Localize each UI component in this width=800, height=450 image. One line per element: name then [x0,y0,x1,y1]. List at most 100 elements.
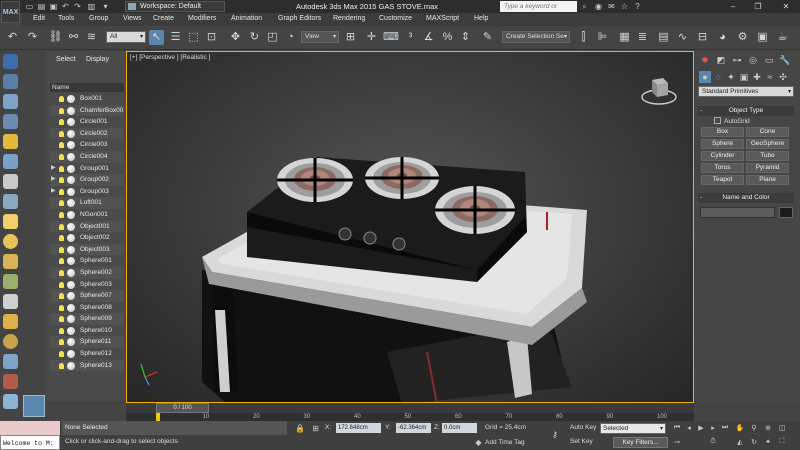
list-item[interactable]: Sphere012 [50,348,124,360]
minimize-button[interactable]: – [722,0,744,13]
communication-icon[interactable]: ✉ [607,2,616,11]
dynamics-icon[interactable] [3,374,18,389]
favorites-icon[interactable]: ☆ [620,2,629,11]
cameras-icon[interactable]: ▣ [738,71,750,83]
visibility-bulb-icon[interactable] [59,188,64,195]
menu-graph-editors[interactable]: Graph Editors [278,15,321,22]
menu-help[interactable]: Help [474,15,488,22]
list-item[interactable]: ▶ Group002 [50,174,124,186]
sphere-button[interactable]: Sphere [701,139,744,149]
maximize-button[interactable]: ❐ [747,0,769,13]
select-rotate-icon[interactable]: ↻ [247,30,262,45]
plane-button[interactable]: Plane [746,175,789,185]
selection-filter-dropdown[interactable]: All ▾ [106,31,146,43]
lock-selection-icon[interactable]: 🔒 [295,424,305,433]
align-icon[interactable]: ⊫ [595,30,610,45]
box-button[interactable]: Box [701,127,744,137]
list-item[interactable]: Circle004 [50,150,124,163]
expand-icon[interactable]: ▶ [51,174,56,186]
visibility-bulb-icon[interactable] [59,165,64,172]
render-production-icon[interactable]: ☕ [775,30,790,45]
go-to-end-icon[interactable]: ⏭ [720,424,730,432]
render-icon[interactable] [3,54,18,69]
menu-modifiers[interactable]: Modifiers [188,15,216,22]
geometry-icon[interactable]: ● [699,71,711,83]
expand-icon[interactable]: ▶ [51,186,56,198]
rendered-frame-window-icon[interactable]: ▣ [755,30,770,45]
set-key-button[interactable]: Set Key [570,438,593,445]
cylinder-button[interactable]: Cylinder [701,151,744,161]
edit-named-selection-icon[interactable]: ✎ [480,30,495,45]
rectangular-region-icon[interactable]: ⬚ [186,30,201,45]
visibility-bulb-icon[interactable] [59,327,64,334]
menu-edit[interactable]: Edit [33,15,45,22]
search-icon[interactable]: ⌕ [580,2,589,11]
cone-icon[interactable] [3,294,18,309]
torus-icon[interactable] [3,274,18,289]
menu-tools[interactable]: Tools [58,15,74,22]
teapot-icon[interactable] [3,314,18,329]
list-item[interactable]: Object001 [50,220,124,233]
object-color-swatch[interactable] [779,207,793,218]
visibility-bulb-icon[interactable] [59,293,64,300]
visibility-bulb-icon[interactable] [59,130,64,137]
helpers-icon[interactable]: ✚ [751,71,763,83]
new-file-icon[interactable]: ▭ [25,2,34,11]
visibility-bulb-icon[interactable] [59,142,64,149]
lights-icon[interactable]: ✦ [725,71,737,83]
orbit-icon[interactable]: ↻ [749,438,759,446]
visibility-bulb-icon[interactable] [59,316,64,323]
render-setup-icon[interactable]: ⚙ [735,30,750,45]
modifiers-icon[interactable] [3,394,18,409]
menu-create[interactable]: Create [153,15,174,22]
list-item[interactable]: ▶ Group003 [50,186,124,198]
select-object-icon[interactable]: ↖ [149,30,164,45]
list-item[interactable]: Sphere013 [50,359,124,372]
menu-group[interactable]: Group [89,15,108,22]
subscription-icon[interactable]: ◉ [594,2,603,11]
spinner-snap-icon[interactable]: ⇕ [458,30,473,45]
shapes-icon[interactable] [3,194,18,209]
light-icon[interactable] [3,134,18,149]
key-icon[interactable]: ⚷ [548,430,562,439]
previous-frame-icon[interactable]: ◂ [684,424,694,432]
help-icon[interactable]: ? [633,2,642,11]
menu-maxscript[interactable]: MAXScript [426,15,459,22]
menu-rendering[interactable]: Rendering [333,15,365,22]
x-coordinate-field[interactable]: 172.648cm [336,423,381,433]
visibility-bulb-icon[interactable] [59,339,64,346]
customize-arrow-icon[interactable]: ▾ [101,2,110,11]
maxscript-listener-input[interactable] [0,421,60,435]
key-mode-dropdown[interactable]: Selected ▾ [600,423,666,434]
time-slider[interactable]: 0 / 100 [126,403,694,413]
zoom-extents-icon[interactable]: ◫ [777,424,787,432]
link-icon[interactable]: ⛓ [48,30,63,45]
list-item[interactable]: Circle003 [50,139,124,151]
display-icon[interactable] [3,114,18,129]
systems-icon[interactable]: ✣ [777,71,789,83]
list-item[interactable]: Object002 [50,232,124,244]
zoom-icon[interactable]: ⚲ [749,424,759,432]
visibility-bulb-icon[interactable] [59,96,64,102]
maxscript-mini-listener[interactable]: Welcome to M: [0,435,60,450]
placement-icon[interactable]: ◔ [283,30,298,45]
search-input[interactable]: Type a keyword or phrase [500,1,577,21]
mirror-icon[interactable]: ⫿ [576,30,591,45]
visibility-bulb-icon[interactable] [59,153,64,160]
layers-icon[interactable] [3,94,18,109]
primitive-category-dropdown[interactable]: Standard Primitives ▾ [698,86,794,97]
list-item[interactable]: Circle002 [50,127,124,140]
play-icon[interactable]: ▶ [696,424,706,432]
time-configuration-icon[interactable]: ⏱ [708,438,718,446]
menu-views[interactable]: Views [123,15,142,22]
undo-icon[interactable]: ↶ [61,2,70,11]
menu-customize[interactable]: Customize [379,15,412,22]
list-item[interactable]: Sphere010 [50,325,124,337]
list-item[interactable]: NGon001 [50,209,124,221]
close-button[interactable]: ✕ [775,0,797,13]
visibility-bulb-icon[interactable] [59,223,64,230]
visibility-bulb-icon[interactable] [59,107,64,114]
list-item[interactable]: Sphere003 [50,279,124,291]
curve-editor-icon[interactable]: ∿ [675,30,690,45]
tab-select[interactable]: Select [56,56,75,63]
